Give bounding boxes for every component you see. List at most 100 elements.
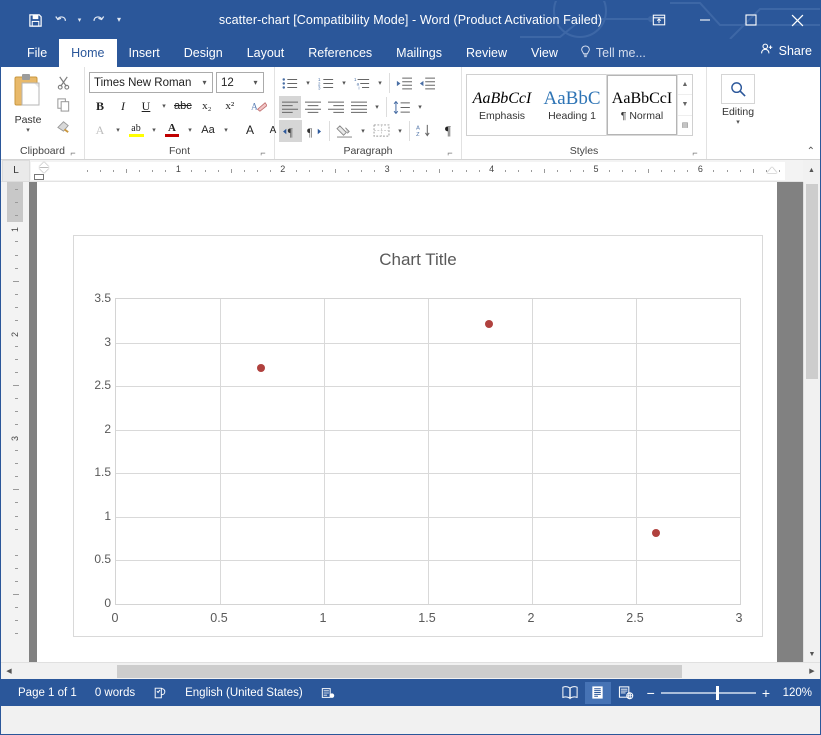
line-spacing-icon[interactable] — [390, 96, 413, 118]
font-color-icon[interactable]: A — [161, 119, 183, 141]
editing-button[interactable]: Editing ▾ — [711, 70, 765, 126]
clear-formatting-icon[interactable]: A — [248, 95, 270, 117]
style-item-heading-1[interactable]: AaBbC Heading 1 — [537, 75, 607, 135]
highlight-chevron-down-icon[interactable]: ▾ — [148, 119, 160, 141]
text-effects-icon[interactable]: A — [89, 119, 111, 141]
clipboard-dialog-launcher-icon[interactable]: ⌐ — [68, 148, 78, 158]
zoom-in-button[interactable]: + — [762, 685, 770, 701]
bullets-icon[interactable] — [279, 72, 301, 94]
font-name-chevron-down-icon[interactable]: ▾ — [197, 73, 212, 92]
styles-more-icon[interactable]: ▤ — [678, 116, 692, 135]
first-line-indent-marker[interactable] — [39, 162, 49, 167]
tab-review[interactable]: Review — [454, 39, 519, 67]
style-item-emphasis[interactable]: AaBbCcI Emphasis — [467, 75, 537, 135]
multilevel-chevron-down-icon[interactable]: ▾ — [374, 72, 386, 94]
tab-references[interactable]: References — [296, 39, 384, 67]
rtl-text-direction-icon[interactable]: ¶ — [303, 120, 326, 142]
ltr-text-direction-icon[interactable]: ¶ — [279, 120, 302, 142]
document-page[interactable]: Chart Title 00.511.522.533.5 00.511.522.… — [37, 182, 777, 662]
font-name-combo[interactable]: Times New Roman ▾ — [89, 72, 213, 93]
paste-button[interactable]: Paste ▾ — [5, 70, 51, 134]
left-indent-marker[interactable] — [34, 174, 44, 180]
styles-scroll-down-icon[interactable]: ▼ — [678, 95, 692, 115]
font-size-chevron-down-icon[interactable]: ▾ — [248, 73, 263, 92]
copy-icon[interactable] — [53, 95, 73, 114]
zoom-slider-track[interactable] — [661, 692, 756, 694]
format-painter-icon[interactable] — [53, 117, 73, 136]
horizontal-scrollbar-thumb[interactable] — [117, 665, 682, 678]
share-button[interactable]: Share — [760, 42, 812, 59]
tell-me-box[interactable]: Tell me... — [570, 39, 656, 67]
ribbon-display-options-icon[interactable] — [636, 1, 682, 39]
shading-chevron-down-icon[interactable]: ▾ — [357, 120, 369, 142]
increase-indent-icon[interactable] — [416, 72, 438, 94]
align-left-icon[interactable] — [279, 96, 301, 118]
scroll-down-arrow-icon[interactable]: ▼ — [804, 646, 820, 662]
redo-icon[interactable] — [86, 8, 110, 32]
text-effects-chevron-down-icon[interactable]: ▾ — [112, 119, 124, 141]
chart-data-point[interactable] — [485, 320, 493, 328]
strikethrough-button[interactable]: abc — [171, 95, 195, 117]
proofing-errors-icon[interactable] — [144, 686, 176, 700]
sort-icon[interactable]: AZ — [413, 120, 436, 142]
close-icon[interactable] — [774, 1, 820, 39]
cut-icon[interactable] — [53, 73, 73, 92]
borders-chevron-down-icon[interactable]: ▾ — [394, 120, 406, 142]
vertical-scrollbar-thumb[interactable] — [806, 184, 818, 379]
tab-design[interactable]: Design — [172, 39, 235, 67]
align-right-icon[interactable] — [325, 96, 347, 118]
language-indicator[interactable]: English (United States) — [176, 687, 312, 699]
tab-view[interactable]: View — [519, 39, 570, 67]
maximize-icon[interactable] — [728, 1, 774, 39]
italic-button[interactable]: I — [112, 95, 134, 117]
horizontal-scrollbar-track[interactable] — [17, 663, 804, 680]
font-dialog-launcher-icon[interactable]: ⌐ — [258, 148, 268, 158]
change-case-button[interactable]: Aa — [197, 119, 219, 141]
zoom-out-button[interactable]: − — [647, 685, 655, 701]
read-mode-icon[interactable] — [557, 682, 583, 704]
show-formatting-marks-icon[interactable]: ¶ — [437, 120, 459, 142]
subscript-button[interactable]: x₂ — [196, 95, 218, 117]
superscript-button[interactable]: x² — [219, 95, 241, 117]
scatter-chart-object[interactable]: Chart Title 00.511.522.533.5 00.511.522.… — [73, 235, 763, 637]
undo-dropdown-icon[interactable]: ▾ — [75, 8, 84, 32]
tab-insert[interactable]: Insert — [117, 39, 172, 67]
document-canvas[interactable]: Chart Title 00.511.522.533.5 00.511.522.… — [29, 182, 803, 662]
chart-data-point[interactable] — [257, 364, 265, 372]
shading-icon[interactable] — [333, 120, 356, 142]
save-icon[interactable] — [23, 8, 47, 32]
styles-scroll-up-icon[interactable]: ▲ — [678, 75, 692, 95]
styles-dialog-launcher-icon[interactable]: ⌐ — [690, 148, 700, 158]
underline-button[interactable]: U — [135, 95, 157, 117]
chart-title[interactable]: Chart Title — [74, 236, 762, 270]
underline-chevron-down-icon[interactable]: ▾ — [158, 95, 170, 117]
zoom-level[interactable]: 120% — [778, 687, 812, 699]
change-case-chevron-down-icon[interactable]: ▾ — [220, 119, 232, 141]
hanging-indent-marker[interactable] — [39, 168, 49, 173]
numbering-chevron-down-icon[interactable]: ▾ — [338, 72, 350, 94]
borders-icon[interactable] — [370, 120, 393, 142]
undo-icon[interactable] — [49, 8, 73, 32]
line-spacing-chevron-down-icon[interactable]: ▾ — [414, 96, 426, 118]
word-count[interactable]: 0 words — [86, 687, 144, 699]
chart-plot-area[interactable] — [115, 298, 741, 605]
tab-file[interactable]: File — [15, 39, 59, 67]
numbering-icon[interactable]: 123 — [315, 72, 337, 94]
tab-home[interactable]: Home — [59, 39, 116, 67]
editing-chevron-down-icon[interactable]: ▾ — [736, 118, 740, 126]
text-highlight-color-icon[interactable]: ab — [125, 119, 147, 141]
minimize-icon[interactable] — [682, 1, 728, 39]
vertical-scrollbar[interactable]: ▼ — [803, 182, 820, 662]
font-color-chevron-down-icon[interactable]: ▾ — [184, 119, 196, 141]
print-layout-icon[interactable] — [585, 682, 611, 704]
style-item-normal[interactable]: AaBbCcI ¶ Normal — [607, 75, 677, 135]
tab-layout[interactable]: Layout — [235, 39, 297, 67]
grow-font-button[interactable]: A — [239, 119, 261, 141]
page-indicator[interactable]: Page 1 of 1 — [9, 687, 86, 699]
font-size-combo[interactable]: 12 ▾ — [216, 72, 264, 93]
align-center-icon[interactable] — [302, 96, 324, 118]
paragraph-dialog-launcher-icon[interactable]: ⌐ — [445, 148, 455, 158]
customize-quick-access-toolbar-icon[interactable]: ▾ — [112, 8, 126, 32]
justify-chevron-down-icon[interactable]: ▾ — [371, 96, 383, 118]
tab-stop-selector[interactable]: L — [2, 160, 30, 182]
